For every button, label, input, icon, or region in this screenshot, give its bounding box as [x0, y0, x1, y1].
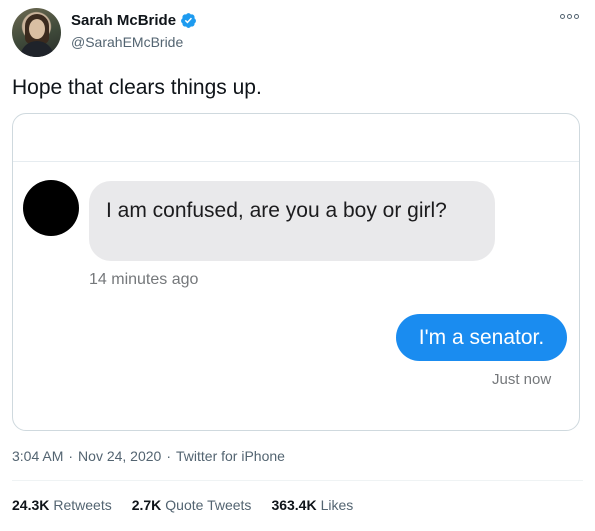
incoming-message-time: 14 minutes ago — [89, 271, 199, 288]
author-name-row: Sarah McBride — [71, 12, 197, 29]
more-dot — [574, 14, 579, 19]
outgoing-message-time: Just now — [492, 371, 552, 388]
tweet-text: Hope that clears things up. — [12, 76, 262, 99]
quote-tweets-count: 2.7K — [131, 497, 162, 513]
tweet-time[interactable]: 3:04 AM — [12, 448, 63, 464]
tweet-card: Sarah McBride @SarahEMcBride Hope that c… — [0, 0, 595, 531]
avatar-body — [20, 41, 54, 57]
likes-label: Likes — [320, 497, 354, 513]
avatar[interactable] — [12, 8, 61, 57]
more-options-icon[interactable] — [560, 14, 579, 19]
tweet-stats: 24.3K Retweets 2.7K Quote Tweets 363.4K Lik… — [12, 497, 353, 513]
retweets-stat[interactable]: 24.3K Retweets — [12, 497, 112, 513]
retweets-label: Retweets — [53, 497, 112, 513]
likes-count: 363.4K — [271, 497, 317, 513]
stats-divider — [12, 480, 583, 481]
meta-separator: · — [68, 448, 74, 464]
retweets-count: 24.3K — [12, 497, 50, 513]
quote-tweets-label: Quote Tweets — [165, 497, 252, 513]
media-top-divider — [13, 161, 579, 162]
author-handle[interactable]: @SarahEMcBride — [71, 34, 183, 50]
tweet-meta: 3:04 AM · Nov 24, 2020 · Twitter for iPhone — [12, 448, 285, 464]
likes-stat[interactable]: 363.4K Likes — [271, 497, 353, 513]
author-display-name[interactable]: Sarah McBride — [71, 12, 176, 29]
tweet-source[interactable]: Twitter for iPhone — [176, 448, 285, 464]
more-dot — [567, 14, 572, 19]
verified-badge-icon — [181, 13, 196, 28]
tweet-media-image[interactable]: I am confused, are you a boy or girl? 14… — [12, 113, 580, 431]
avatar-face — [29, 19, 45, 39]
quote-tweets-stat[interactable]: 2.7K Quote Tweets — [132, 497, 252, 513]
outgoing-message-bubble: I'm a senator. — [396, 314, 567, 361]
incoming-message-bubble: I am confused, are you a boy or girl? — [89, 181, 495, 261]
more-dot — [560, 14, 565, 19]
sender-avatar — [23, 180, 79, 236]
meta-separator: · — [166, 448, 172, 464]
tweet-date[interactable]: Nov 24, 2020 — [78, 448, 161, 464]
